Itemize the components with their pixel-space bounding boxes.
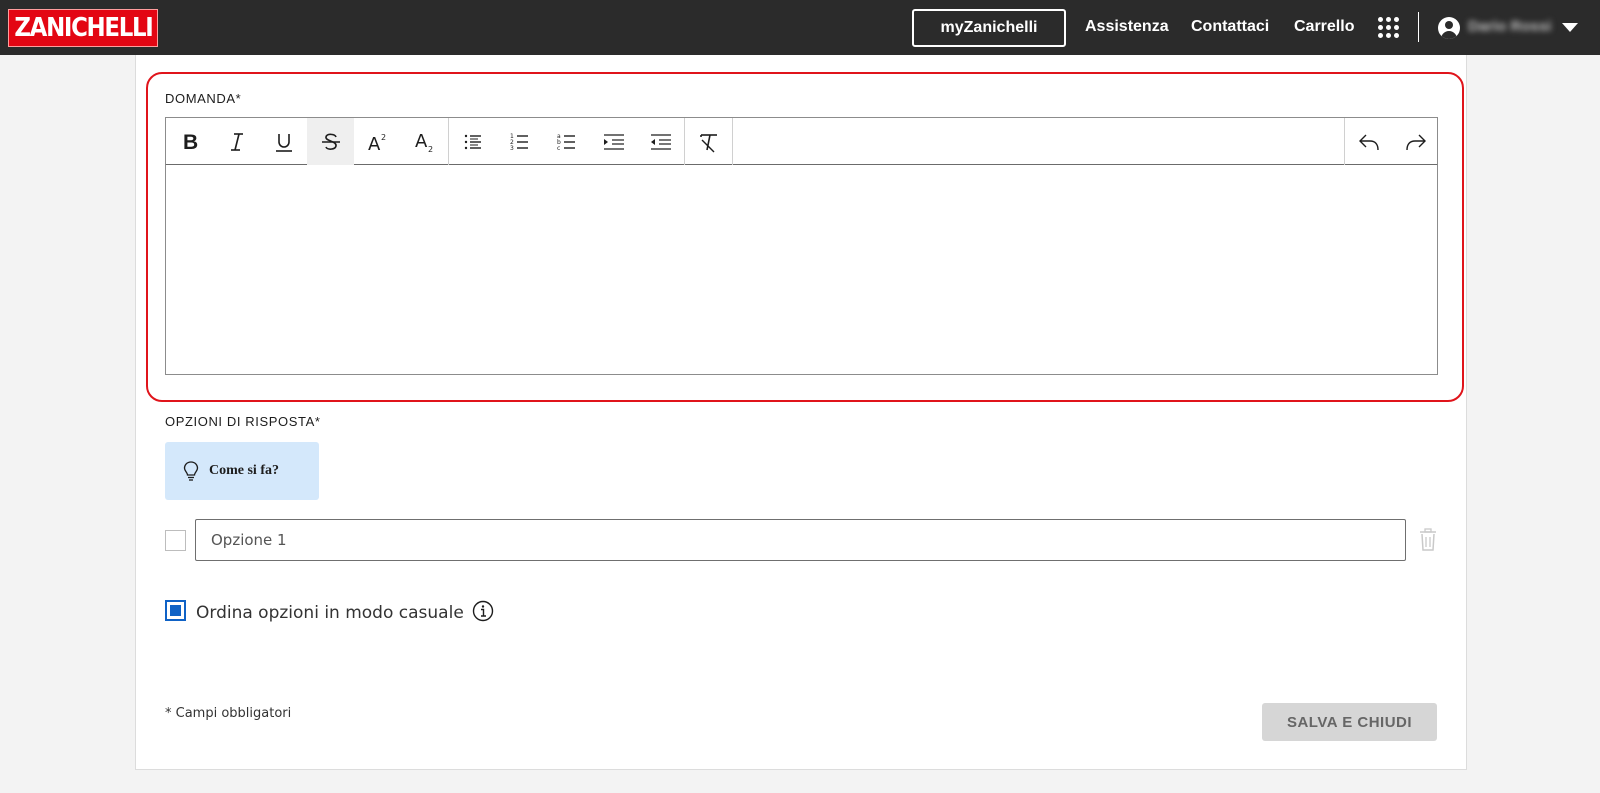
underline-button[interactable] (260, 118, 307, 165)
myzanichelli-button[interactable]: myZanichelli (912, 9, 1066, 47)
nav-link-contattaci[interactable]: Contattaci (1191, 18, 1269, 36)
trash-icon[interactable] (1417, 528, 1439, 552)
random-order-label[interactable]: Ordina opzioni in modo casuale (196, 603, 464, 623)
howto-label: Come si fa? (209, 463, 279, 478)
bold-icon: B (183, 131, 198, 153)
indent-button[interactable] (590, 118, 637, 165)
outdent-button[interactable] (637, 118, 684, 165)
svg-text:B: B (183, 131, 198, 153)
user-circle-icon[interactable] (1438, 17, 1460, 39)
info-icon[interactable] (472, 600, 494, 622)
svg-text:A: A (368, 134, 381, 153)
strikethrough-button[interactable] (307, 118, 354, 165)
chevron-down-icon[interactable] (1562, 23, 1578, 32)
superscript-icon: A2 (368, 133, 386, 153)
outdent-icon (650, 133, 671, 150)
numbered-list-icon: 123 (510, 133, 528, 152)
svg-text:2: 2 (428, 145, 433, 153)
indent-icon (603, 133, 624, 150)
nav-divider (1418, 12, 1419, 42)
undo-icon (1358, 134, 1379, 150)
italic-button[interactable] (213, 118, 260, 165)
lettered-list-button[interactable]: abc (543, 118, 590, 165)
subscript-button[interactable]: A2 (401, 118, 448, 165)
nav-link-carrello[interactable]: Carrello (1294, 18, 1354, 36)
question-label: DOMANDA* (165, 91, 242, 106)
bold-button[interactable]: B (166, 118, 213, 165)
option-correct-checkbox[interactable] (165, 530, 186, 551)
strikethrough-icon (321, 133, 340, 150)
grid-icon[interactable] (1378, 17, 1400, 39)
required-fields-note: * Campi obbligatori (165, 706, 292, 721)
svg-text:2: 2 (381, 133, 386, 142)
answers-label: OPZIONI DI RISPOSTA* (165, 414, 321, 429)
bulleted-list-icon (464, 134, 481, 149)
clear-format-button[interactable] (685, 118, 732, 165)
italic-icon (230, 132, 243, 151)
user-name[interactable]: Dario Rossi (1468, 18, 1551, 35)
lightbulb-icon (183, 461, 199, 481)
subscript-icon: A2 (415, 131, 433, 153)
undo-button[interactable] (1345, 118, 1392, 165)
top-navigation-bar: ZANICHELLI myZanichelli Assistenza Conta… (0, 0, 1600, 55)
clear-format-icon (699, 133, 717, 152)
random-order-checkbox[interactable] (165, 600, 186, 621)
nav-link-assistenza[interactable]: Assistenza (1085, 18, 1169, 36)
zanichelli-logo[interactable]: ZANICHELLI (8, 9, 158, 47)
save-and-close-button[interactable]: SALVA E CHIUDI (1262, 703, 1437, 741)
logo-text: ZANICHELLI (14, 13, 153, 43)
toolbar-separator (732, 118, 733, 165)
svg-text:c: c (557, 145, 560, 152)
question-editor-area[interactable] (165, 165, 1438, 375)
bulleted-list-button[interactable] (449, 118, 496, 165)
lettered-list-icon: abc (557, 133, 575, 152)
checkbox-fill (170, 605, 181, 616)
redo-icon (1405, 134, 1426, 150)
option-1-input[interactable] (195, 519, 1406, 561)
svg-text:A: A (415, 131, 428, 152)
redo-button[interactable] (1392, 118, 1439, 165)
svg-text:3: 3 (510, 145, 514, 152)
numbered-list-button[interactable]: 123 (496, 118, 543, 165)
howto-button[interactable]: Come si fa? (165, 442, 319, 500)
editor-toolbar: B A2 A2 123 abc (165, 117, 1438, 166)
underline-icon (275, 133, 292, 152)
superscript-button[interactable]: A2 (354, 118, 401, 165)
